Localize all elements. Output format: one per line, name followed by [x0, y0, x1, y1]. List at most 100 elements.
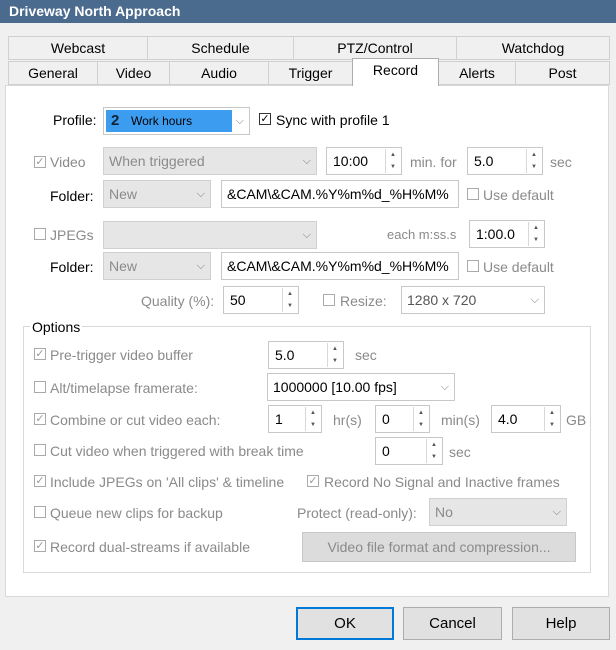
tab-ptz-control[interactable]: PTZ/Control — [293, 36, 457, 60]
jpegs-each-spinner[interactable]: 1:00.0 ▲ ▼ — [469, 220, 545, 248]
tab-record[interactable]: Record — [352, 58, 439, 86]
help-button[interactable]: Help — [512, 607, 610, 640]
jpegs-label: JPEGs — [50, 227, 94, 243]
video-seconds-spinner[interactable]: 5.0 ▲ ▼ — [467, 147, 543, 175]
chevron-down-icon: ⌵ — [440, 381, 449, 393]
tab-schedule[interactable]: Schedule — [147, 36, 294, 60]
dual-streams-checkbox[interactable]: ✓ — [34, 540, 46, 552]
spinner-buttons[interactable]: ▲ ▼ — [526, 149, 541, 173]
chevron-down-icon: ⌵ — [302, 155, 311, 167]
down-arrow-icon[interactable]: ▼ — [545, 419, 559, 431]
combine-gb-spinner[interactable]: 4.0 ▲ ▼ — [491, 405, 561, 433]
window-title: Driveway North Approach — [9, 3, 181, 19]
video-mode-select[interactable]: When triggered ⌵ — [103, 147, 317, 175]
cut-video-value: 0 — [382, 443, 390, 459]
up-arrow-icon[interactable]: ▲ — [283, 288, 297, 300]
combine-hours-spinner[interactable]: 1 ▲ ▼ — [268, 405, 322, 433]
tab-trigger[interactable]: Trigger — [268, 61, 353, 85]
up-arrow-icon[interactable]: ▲ — [545, 407, 559, 419]
tab-label: Record — [372, 62, 419, 78]
down-arrow-icon[interactable]: ▼ — [529, 234, 543, 246]
jpegs-path-input[interactable]: &CAM\&CAM.%Y%m%d_%H%M% — [221, 252, 459, 280]
each-label: each m:ss.s — [387, 227, 457, 242]
resize-select[interactable]: 1280 x 720 ⌵ — [401, 286, 545, 314]
spinner-buttons[interactable]: ▲ ▼ — [544, 407, 559, 431]
protect-select[interactable]: No ⌵ — [429, 498, 567, 526]
up-arrow-icon[interactable]: ▲ — [306, 407, 320, 419]
title-bar: Driveway North Approach — [0, 0, 616, 23]
tab-label: Schedule — [191, 40, 250, 56]
spinner-buttons[interactable]: ▲ ▼ — [305, 407, 320, 431]
video-path-input[interactable]: &CAM\&CAM.%Y%m%d_%H%M% — [221, 180, 459, 208]
cut-video-unit: sec — [449, 444, 471, 460]
tab-watchdog[interactable]: Watchdog — [456, 36, 610, 60]
video-checkbox[interactable]: ✓ — [34, 156, 46, 168]
cut-video-checkbox[interactable] — [34, 444, 46, 456]
tab-label: Audio — [201, 65, 237, 81]
quality-label: Quality (%): — [141, 293, 215, 309]
combine-minutes-spinner[interactable]: 0 ▲ ▼ — [375, 405, 430, 433]
spinner-buttons[interactable]: ▲ ▼ — [528, 222, 543, 246]
up-arrow-icon[interactable]: ▲ — [328, 343, 342, 355]
jpegs-path-value: &CAM\&CAM.%Y%m%d_%H%M% — [227, 258, 449, 274]
jpegs-folder-value: New — [109, 258, 138, 274]
resize-checkbox[interactable] — [323, 294, 335, 306]
pretrigger-unit: sec — [355, 347, 377, 363]
up-arrow-icon[interactable]: ▲ — [386, 149, 400, 161]
up-arrow-icon[interactable]: ▲ — [427, 439, 441, 451]
up-arrow-icon[interactable]: ▲ — [414, 407, 428, 419]
tab-audio[interactable]: Audio — [169, 61, 269, 85]
profile-select[interactable]: 2 Work hours ⌵ — [103, 107, 250, 135]
pretrigger-spinner[interactable]: 5.0 ▲ ▼ — [268, 341, 344, 369]
down-arrow-icon[interactable]: ▼ — [283, 300, 297, 312]
down-arrow-icon[interactable]: ▼ — [386, 161, 400, 173]
video-folder-select[interactable]: New ⌵ — [103, 180, 211, 208]
record-nosignal-checkbox[interactable]: ✓ — [307, 475, 319, 487]
jpegs-folder-select[interactable]: New ⌵ — [103, 252, 211, 280]
spinner-buttons[interactable]: ▲ ▼ — [413, 407, 428, 431]
tab-video[interactable]: Video — [97, 61, 170, 85]
down-arrow-icon[interactable]: ▼ — [527, 161, 541, 173]
jpegs-use-default-checkbox[interactable] — [467, 260, 479, 272]
spinner-buttons[interactable]: ▲ ▼ — [426, 439, 441, 463]
quality-spinner[interactable]: 50 ▲ ▼ — [223, 286, 299, 314]
down-arrow-icon[interactable]: ▼ — [427, 451, 441, 463]
video-folder-value: New — [109, 186, 138, 202]
alt-framerate-value: 1000000 [10.00 fps] — [273, 379, 397, 395]
tab-webcast[interactable]: Webcast — [8, 36, 148, 60]
video-use-default-checkbox[interactable] — [467, 188, 479, 200]
pretrigger-checkbox[interactable]: ✓ — [34, 348, 46, 360]
spinner-buttons[interactable]: ▲ ▼ — [282, 288, 297, 312]
jpegs-checkbox[interactable] — [34, 228, 46, 240]
queue-backup-checkbox[interactable] — [34, 506, 46, 518]
down-arrow-icon[interactable]: ▼ — [306, 419, 320, 431]
alt-framerate-checkbox[interactable] — [34, 381, 46, 393]
spinner-buttons[interactable]: ▲ ▼ — [327, 343, 342, 367]
up-arrow-icon[interactable]: ▲ — [527, 149, 541, 161]
combine-checkbox[interactable]: ✓ — [34, 413, 46, 425]
down-arrow-icon[interactable]: ▼ — [414, 419, 428, 431]
resize-label: Resize: — [340, 293, 387, 309]
video-format-button[interactable]: Video file format and compression... — [302, 532, 576, 562]
cut-video-spinner[interactable]: 0 ▲ ▼ — [375, 437, 443, 465]
pretrigger-value: 5.0 — [275, 347, 295, 363]
up-arrow-icon[interactable]: ▲ — [529, 222, 543, 234]
video-mode-value: When triggered — [109, 153, 205, 169]
tab-post[interactable]: Post — [515, 61, 610, 85]
down-arrow-icon[interactable]: ▼ — [328, 355, 342, 367]
jpegs-mode-select[interactable]: ⌵ — [103, 221, 317, 249]
alt-framerate-label: Alt/timelapse framerate: — [50, 380, 198, 396]
video-duration-spinner[interactable]: 10:00 ▲ ▼ — [326, 147, 402, 175]
chevron-down-icon: ⌵ — [530, 294, 539, 306]
tab-general[interactable]: General — [8, 61, 98, 85]
video-path-value: &CAM\&CAM.%Y%m%d_%H%M% — [227, 186, 449, 202]
cancel-button[interactable]: Cancel — [403, 607, 502, 640]
sync-profile-checkbox[interactable]: ✓ — [259, 113, 271, 125]
alt-framerate-select[interactable]: 1000000 [10.00 fps] ⌵ — [267, 373, 455, 401]
profile-label: Profile: — [53, 112, 97, 128]
ok-button[interactable]: OK — [296, 607, 394, 640]
protect-value: No — [435, 504, 453, 520]
include-jpegs-checkbox[interactable]: ✓ — [34, 475, 46, 487]
tab-alerts[interactable]: Alerts — [438, 61, 516, 85]
spinner-buttons[interactable]: ▲ ▼ — [385, 149, 400, 173]
